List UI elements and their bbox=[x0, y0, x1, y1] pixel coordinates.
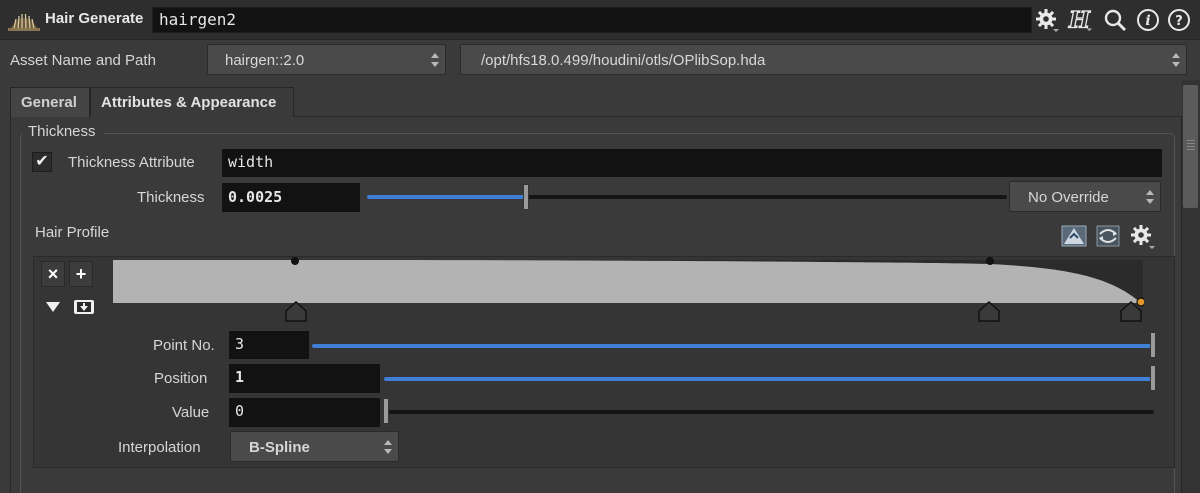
ramp-point-1[interactable] bbox=[291, 257, 299, 265]
ramp-delete-key-button[interactable]: × bbox=[41, 261, 65, 287]
position-slider-fill bbox=[384, 377, 1154, 381]
thickness-folder-title: Thickness bbox=[28, 123, 96, 140]
ramp-curve-fill bbox=[113, 260, 1141, 303]
point-number-field[interactable]: 3 bbox=[229, 331, 309, 359]
parameter-header: Hair Generate hairgen2 H i ? bbox=[0, 0, 1200, 40]
tab-general[interactable]: General bbox=[10, 87, 90, 117]
position-label: Position bbox=[154, 370, 208, 387]
ramp-key-marker-1[interactable] bbox=[285, 300, 307, 322]
thickness-attribute-field[interactable]: width bbox=[222, 149, 1162, 177]
position-slider-handle[interactable] bbox=[1150, 365, 1156, 391]
info-icon[interactable]: i bbox=[1135, 7, 1161, 33]
menu-arrows-icon bbox=[431, 53, 439, 67]
point-number-slider-fill bbox=[312, 344, 1154, 348]
node-name-field[interactable]: hairgen2 bbox=[152, 7, 1032, 33]
value-field[interactable]: 0 bbox=[229, 398, 380, 427]
ramp-point-3-selected[interactable] bbox=[1136, 297, 1144, 307]
thickness-attribute-label: Thickness Attribute bbox=[68, 154, 195, 171]
ramp-flip-icon[interactable] bbox=[1094, 222, 1122, 250]
ramp-collapse-icon[interactable] bbox=[45, 300, 61, 317]
point-number-label: Point No. bbox=[153, 337, 215, 354]
value-slider-handle[interactable] bbox=[383, 398, 389, 424]
houdini-help-icon[interactable]: H bbox=[1067, 7, 1093, 34]
tab-attributes-appearance[interactable]: Attributes & Appearance bbox=[90, 87, 294, 117]
hair-profile-label: Hair Profile bbox=[35, 224, 110, 241]
help-icon[interactable]: ? bbox=[1166, 7, 1192, 33]
ramp-key-marker-2[interactable] bbox=[978, 300, 1000, 322]
value-slider-track[interactable] bbox=[384, 410, 1154, 414]
thickness-slider-handle[interactable] bbox=[523, 184, 529, 210]
svg-text:?: ? bbox=[1175, 14, 1183, 29]
scrollbar-grip-icon bbox=[1187, 140, 1195, 152]
ramp-add-key-button[interactable]: + bbox=[69, 261, 93, 287]
menu-arrows-icon bbox=[384, 440, 392, 454]
gear-icon[interactable] bbox=[1128, 222, 1156, 250]
thickness-label: Thickness bbox=[137, 189, 205, 206]
asset-name-label: Asset Name and Path bbox=[10, 52, 156, 69]
ramp-preset-icon[interactable] bbox=[1060, 222, 1088, 250]
menu-arrows-icon bbox=[1172, 53, 1180, 67]
thickness-attribute-checkbox[interactable]: ✔ bbox=[32, 152, 52, 172]
point-number-slider-handle[interactable] bbox=[1150, 332, 1156, 358]
ramp-point-2[interactable] bbox=[986, 257, 994, 265]
hair-profile-ramp[interactable] bbox=[112, 256, 1144, 326]
thickness-field[interactable]: 0.0025 bbox=[222, 183, 360, 212]
interpolation-label: Interpolation bbox=[118, 439, 201, 456]
interpolation-value: B-Spline bbox=[249, 439, 310, 456]
hair-generate-node-icon bbox=[8, 13, 40, 31]
interpolation-menu[interactable]: B-Spline bbox=[230, 431, 399, 462]
svg-text:H: H bbox=[1068, 7, 1091, 33]
asset-version-menu[interactable]: hairgen::2.0 bbox=[207, 44, 446, 75]
asset-path-value: /opt/hfs18.0.499/houdini/otls/OPlibSop.h… bbox=[481, 52, 766, 69]
thickness-override-menu[interactable]: No Override bbox=[1009, 181, 1161, 212]
thickness-override-value: No Override bbox=[1028, 189, 1109, 206]
value-label: Value bbox=[172, 404, 210, 421]
gear-icon[interactable] bbox=[1034, 7, 1060, 33]
node-type-label: Hair Generate bbox=[45, 10, 144, 27]
menu-arrows-icon bbox=[1146, 190, 1154, 204]
ramp-expand-icon[interactable] bbox=[74, 300, 94, 314]
asset-path-menu[interactable]: /opt/hfs18.0.499/houdini/otls/OPlibSop.h… bbox=[460, 44, 1187, 75]
asset-version-value: hairgen::2.0 bbox=[225, 52, 305, 69]
search-icon[interactable] bbox=[1102, 7, 1128, 33]
thickness-slider-fill bbox=[367, 195, 525, 199]
svg-text:i: i bbox=[1145, 13, 1150, 29]
position-field[interactable]: 1 bbox=[229, 364, 380, 393]
